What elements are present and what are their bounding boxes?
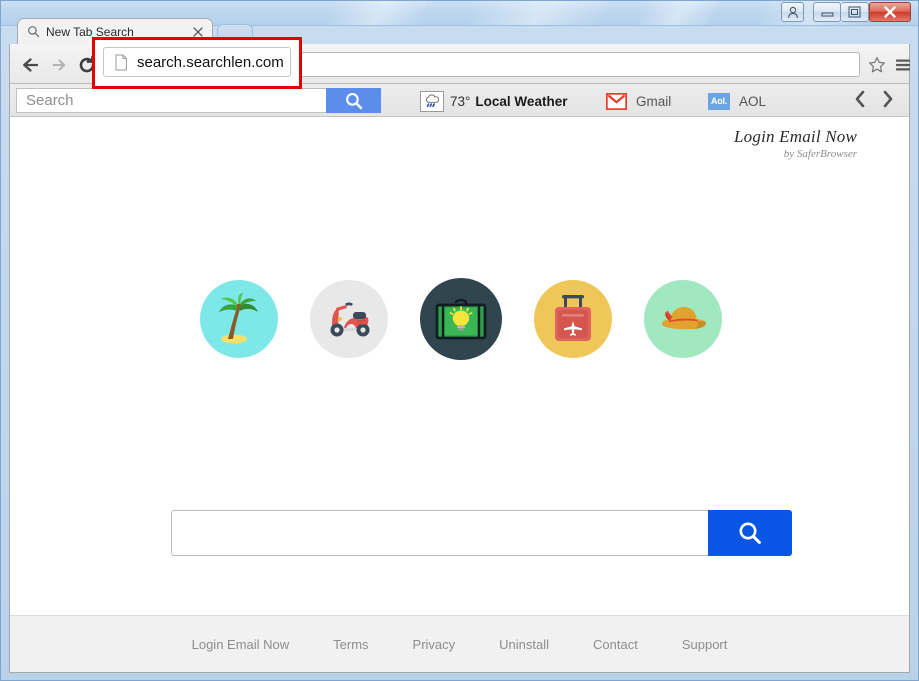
close-icon[interactable] <box>190 24 206 40</box>
chevron-right-icon <box>883 90 893 108</box>
weather-label: Local Weather <box>475 93 568 109</box>
scooter-icon <box>330 302 369 337</box>
toolbar-search-input[interactable]: Search <box>16 88 326 113</box>
footer-link-contact[interactable]: Contact <box>593 637 638 652</box>
aol-label: AOL <box>739 93 767 109</box>
page-search-button[interactable] <box>708 510 792 556</box>
hamburger-menu-icon <box>896 59 910 71</box>
search-icon <box>739 522 761 544</box>
brand-title: Login Email Now <box>734 127 857 146</box>
category-icon-briefcase-idea[interactable] <box>419 278 502 360</box>
toolbar-search-placeholder: Search <box>26 92 74 109</box>
toolbar-aol-link[interactable]: Aol. AOL <box>708 91 766 111</box>
browser-window: New Tab Search search.searchlen.com Sear… <box>0 0 919 681</box>
toolbar-search-group: Search <box>16 88 381 113</box>
page-search-input[interactable] <box>171 510 708 556</box>
page-footer: Login Email Now Terms Privacy Uninstall … <box>10 615 909 672</box>
category-icon-scooter[interactable] <box>309 280 388 358</box>
rain-cloud-icon <box>420 90 444 112</box>
toolbar-local-weather[interactable]: 73° Local Weather <box>420 90 568 112</box>
palm-tree-icon <box>218 293 258 344</box>
aol-logo-icon: Aol. <box>708 92 730 110</box>
chevron-left-icon <box>855 90 865 108</box>
toolbar-next-button[interactable] <box>881 89 895 109</box>
reload-icon <box>79 55 95 73</box>
gmail-envelope-icon <box>605 91 628 111</box>
back-arrow-icon <box>23 58 39 72</box>
brand-block: Login Email Now by SaferBrowser <box>734 127 857 160</box>
page-icon <box>115 54 127 70</box>
suitcase-plane-icon <box>554 295 591 341</box>
forward-arrow-icon <box>52 59 66 71</box>
bookmark-button[interactable] <box>866 54 888 76</box>
tab-title: New Tab Search <box>46 24 134 39</box>
forward-button[interactable] <box>46 52 72 78</box>
footer-link-terms[interactable]: Terms <box>333 637 368 652</box>
footer-link-uninstall[interactable]: Uninstall <box>499 637 549 652</box>
footer-link-login-email-now[interactable]: Login Email Now <box>192 637 290 652</box>
gmail-label: Gmail <box>636 93 672 109</box>
toolbar-search-button[interactable] <box>326 88 381 113</box>
weather-temperature: 73° <box>450 93 471 109</box>
category-icon-palm-tree[interactable] <box>199 280 278 358</box>
saferbrowser-toolbar: Search 73° Local Weather Gmail Aol. AOL <box>9 84 910 117</box>
page-search-group <box>171 510 792 556</box>
toolbar-nav-arrows <box>853 89 895 109</box>
chrome-menu-button[interactable] <box>892 54 914 76</box>
footer-link-support[interactable]: Support <box>682 637 728 652</box>
annotated-url-text: search.searchlen.com <box>137 53 284 71</box>
star-icon <box>869 57 885 73</box>
footer-link-privacy[interactable]: Privacy <box>413 637 456 652</box>
category-icon-row <box>10 278 909 360</box>
category-icon-sun-hat[interactable] <box>643 280 722 358</box>
brand-subtitle: by SaferBrowser <box>783 148 857 160</box>
page-viewport: Login Email Now by SaferBrowser Login Em… <box>9 117 910 673</box>
toolbar-gmail-link[interactable]: Gmail <box>605 91 672 111</box>
sun-hat-icon <box>661 307 706 330</box>
category-icon-suitcase-flight[interactable] <box>533 280 612 358</box>
toolbar-prev-button[interactable] <box>853 89 867 109</box>
briefcase-lightbulb-icon <box>435 298 486 340</box>
annotated-address-bar[interactable]: search.searchlen.com <box>103 47 291 77</box>
back-button[interactable] <box>18 52 44 78</box>
search-icon <box>345 92 362 109</box>
search-icon <box>28 26 40 38</box>
